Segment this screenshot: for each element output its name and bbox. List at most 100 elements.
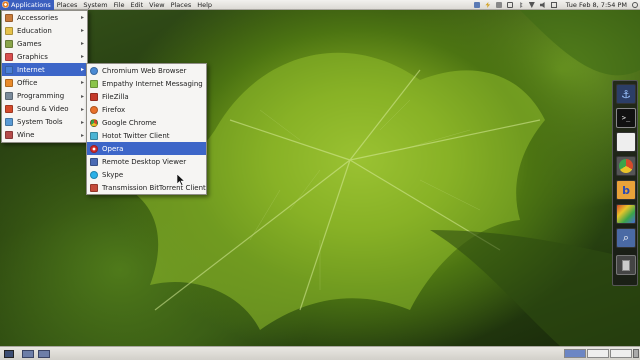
menu-item-label: System Tools <box>17 118 63 127</box>
workspace-3[interactable] <box>610 349 632 358</box>
wine-icon <box>5 131 13 140</box>
chrome-icon[interactable] <box>616 156 636 176</box>
taskbar-icon-1[interactable] <box>22 350 34 358</box>
menu-item-filezilla[interactable]: FileZilla <box>87 90 206 103</box>
internet-icon <box>5 65 13 74</box>
menu-item-skype[interactable]: Skype <box>87 168 206 181</box>
menu-item-empathy[interactable]: Empathy Internet Messaging <box>87 77 206 90</box>
chevron-right-icon: ▸ <box>80 118 84 126</box>
anchor-icon[interactable]: ⚓ <box>616 84 636 104</box>
ubuntu-logo-icon <box>2 1 9 8</box>
chevron-right-icon: ▸ <box>80 105 84 113</box>
menu-item-education[interactable]: Education ▸ <box>2 24 87 37</box>
view-menu[interactable]: View <box>146 0 167 10</box>
menu-item-graphics[interactable]: Graphics ▸ <box>2 50 87 63</box>
clock[interactable]: Tue Feb 8, 7:54 PM <box>566 1 627 9</box>
menu-item-label: Hotot Twitter Client <box>102 131 170 140</box>
workspace-1[interactable] <box>564 349 586 358</box>
arrows-icon[interactable] <box>506 2 513 8</box>
firefox-icon <box>90 105 98 114</box>
menu-item-hotot[interactable]: Hotot Twitter Client <box>87 129 206 142</box>
applications-menu[interactable]: Applications <box>0 0 54 10</box>
menu-item-chromium[interactable]: Chromium Web Browser <box>87 64 206 77</box>
skype-icon <box>90 170 98 179</box>
menu-item-label: Google Chrome <box>102 118 157 127</box>
text-editor-icon[interactable] <box>616 132 636 152</box>
system-tools-icon <box>5 118 13 127</box>
chevron-right-icon: ▸ <box>80 14 84 21</box>
hotot-icon <box>90 131 98 140</box>
places-menu-2[interactable]: Places <box>168 0 195 10</box>
menu-item-label: Office <box>17 79 38 88</box>
remote-desktop-icon <box>90 157 98 166</box>
chevron-right-icon: ▸ <box>80 27 84 35</box>
empathy-icon <box>90 79 98 88</box>
system-menu[interactable]: System <box>80 0 110 10</box>
panel-trash-icon[interactable] <box>633 349 639 358</box>
applications-menu-label: Applications <box>11 0 51 9</box>
menu-item-opera[interactable]: Opera <box>87 142 206 155</box>
terminal-icon[interactable]: >_ <box>616 108 636 128</box>
bottom-panel <box>0 346 640 360</box>
menu-item-office[interactable]: Office ▸ <box>2 76 87 89</box>
volume-icon[interactable] <box>539 2 545 8</box>
opera-icon <box>90 144 98 153</box>
menu-item-google-chrome[interactable]: Google Chrome <box>87 116 206 129</box>
menu-item-system-tools[interactable]: System Tools ▸ <box>2 116 87 129</box>
menu-item-programming[interactable]: Programming ▸ <box>2 90 87 103</box>
taskbar-icon-2[interactable] <box>38 350 50 358</box>
chevron-right-icon: ▸ <box>80 79 84 87</box>
menu-item-label: FileZilla <box>102 92 129 101</box>
show-desktop-icon[interactable] <box>4 350 14 358</box>
mouse-cursor-icon <box>177 174 185 186</box>
power-icon[interactable] <box>632 2 638 8</box>
chevron-right-icon: ▸ <box>80 66 84 74</box>
chevron-right-icon: ▸ <box>80 40 84 48</box>
sound-video-icon <box>5 105 13 114</box>
mail-notify-icon[interactable] <box>550 2 557 8</box>
programming-icon <box>5 92 13 101</box>
graphics-icon <box>5 52 13 61</box>
games-icon <box>5 39 13 48</box>
help-menu[interactable]: Help <box>194 0 215 10</box>
bluefish-icon[interactable]: b <box>616 180 636 200</box>
menu-item-label: Firefox <box>102 105 126 114</box>
chevron-right-icon: ▸ <box>80 92 84 100</box>
paint-icon[interactable] <box>616 204 636 224</box>
chromium-icon <box>90 66 98 75</box>
menu-item-label: Sound & Video <box>17 105 69 114</box>
wifi-icon[interactable] <box>528 2 535 8</box>
menu-item-label: Empathy Internet Messaging <box>102 79 203 88</box>
mail-icon[interactable] <box>495 2 502 8</box>
chevron-right-icon: ▸ <box>80 131 84 139</box>
menu-item-label: Chromium Web Browser <box>102 66 187 75</box>
menu-item-remote-desktop[interactable]: Remote Desktop Viewer <box>87 155 206 168</box>
menu-item-transmission[interactable]: Transmission BitTorrent Client <box>87 181 206 194</box>
network-icon[interactable] <box>473 2 480 8</box>
chevron-right-icon: ▸ <box>80 53 84 61</box>
lightning-icon[interactable] <box>485 2 491 8</box>
office-icon <box>5 79 13 88</box>
edit-menu[interactable]: Edit <box>128 0 147 10</box>
menu-item-label: Programming <box>17 92 65 101</box>
system-tray: Tue Feb 8, 7:54 PM <box>473 0 638 10</box>
places-menu[interactable]: Places <box>54 0 81 10</box>
file-menu[interactable]: File <box>111 0 128 10</box>
menu-item-label: Opera <box>102 144 124 153</box>
filezilla-icon <box>90 92 98 101</box>
bluetooth-icon[interactable] <box>520 2 523 8</box>
menu-item-games[interactable]: Games ▸ <box>2 37 87 50</box>
menu-item-label: Accessories <box>17 13 59 22</box>
menu-item-wine[interactable]: Wine ▸ <box>2 129 87 142</box>
workspace-2[interactable] <box>587 349 609 358</box>
applications-dropdown: Accessories ▸ Education ▸ Games ▸ Graphics ▸… <box>1 10 88 143</box>
menu-item-accessories[interactable]: Accessories ▸ <box>2 11 87 24</box>
menu-item-firefox[interactable]: Firefox <box>87 103 206 116</box>
search-icon[interactable]: ⌕ <box>616 228 636 248</box>
top-panel: Applications Places System File Edit Vie… <box>0 0 640 10</box>
menu-item-label: Education <box>17 26 52 35</box>
menu-item-label: Graphics <box>17 52 48 61</box>
menu-item-sound-video[interactable]: Sound & Video ▸ <box>2 103 87 116</box>
menu-item-internet[interactable]: Internet ▸ <box>2 63 87 77</box>
trash-icon[interactable] <box>616 255 636 275</box>
